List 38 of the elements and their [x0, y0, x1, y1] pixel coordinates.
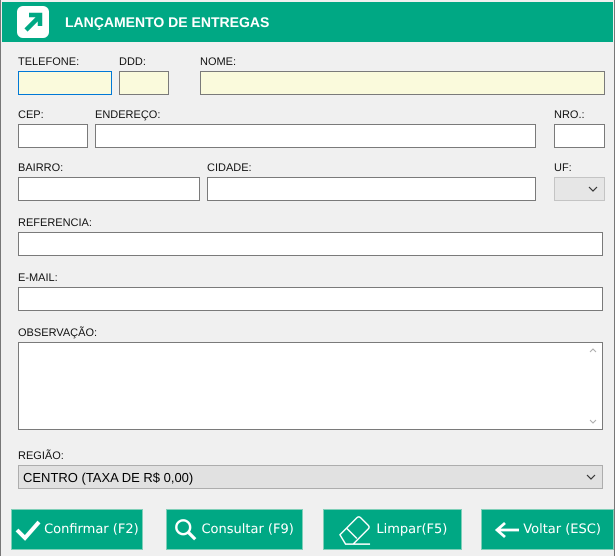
field-label: NRO.: [554, 109, 586, 122]
field-label: OBSERVAÇÃO: [18, 327, 98, 340]
input-field[interactable] [207, 177, 536, 201]
action-button[interactable]: Voltar (ESC) [481, 509, 614, 550]
input-field[interactable] [18, 71, 112, 95]
input-field[interactable] [95, 124, 536, 148]
text-area[interactable] [18, 342, 603, 430]
field-label: NOME: [200, 56, 238, 69]
input-field[interactable] [18, 232, 603, 256]
input-field[interactable] [554, 124, 605, 148]
input-field[interactable] [18, 177, 200, 201]
input-field[interactable] [119, 71, 169, 95]
input-field[interactable] [18, 124, 88, 148]
field-label: REGIÃO: [18, 450, 65, 463]
search-icon [174, 518, 198, 542]
field-label: UF: [554, 162, 573, 175]
left-arrow-icon [494, 520, 520, 538]
scroll-down-icon[interactable] [589, 419, 597, 424]
action-button[interactable]: Confirmar (F2) [11, 509, 143, 550]
input-field[interactable] [200, 71, 605, 95]
chevron-down-icon [586, 474, 596, 480]
field-label: REFERENCIA: [18, 217, 93, 230]
field-label: ENDEREÇO: [95, 109, 162, 122]
field-label: DDD: [119, 56, 147, 69]
field-label: TELEFONE: [18, 56, 80, 69]
scroll-up-icon[interactable] [589, 348, 597, 353]
field-label: CIDADE: [207, 162, 253, 175]
field-label: CEP: [18, 109, 45, 122]
chevron-down-icon [588, 186, 598, 192]
action-button[interactable]: Limpar(F5) [322, 509, 462, 550]
action-button[interactable]: Consultar (F9) [166, 509, 303, 550]
arrow-logo-icon [17, 6, 49, 38]
field-label: E-MAIL: [18, 272, 59, 285]
field-label: BAIRRO: [18, 162, 64, 175]
checkmark-icon [15, 518, 42, 540]
window-title: LANÇAMENTO DE ENTREGAS [65, 14, 270, 30]
input-field[interactable] [18, 287, 603, 311]
dropdown[interactable]: CENTRO (TAXA DE R$ 0,00) [18, 465, 603, 489]
